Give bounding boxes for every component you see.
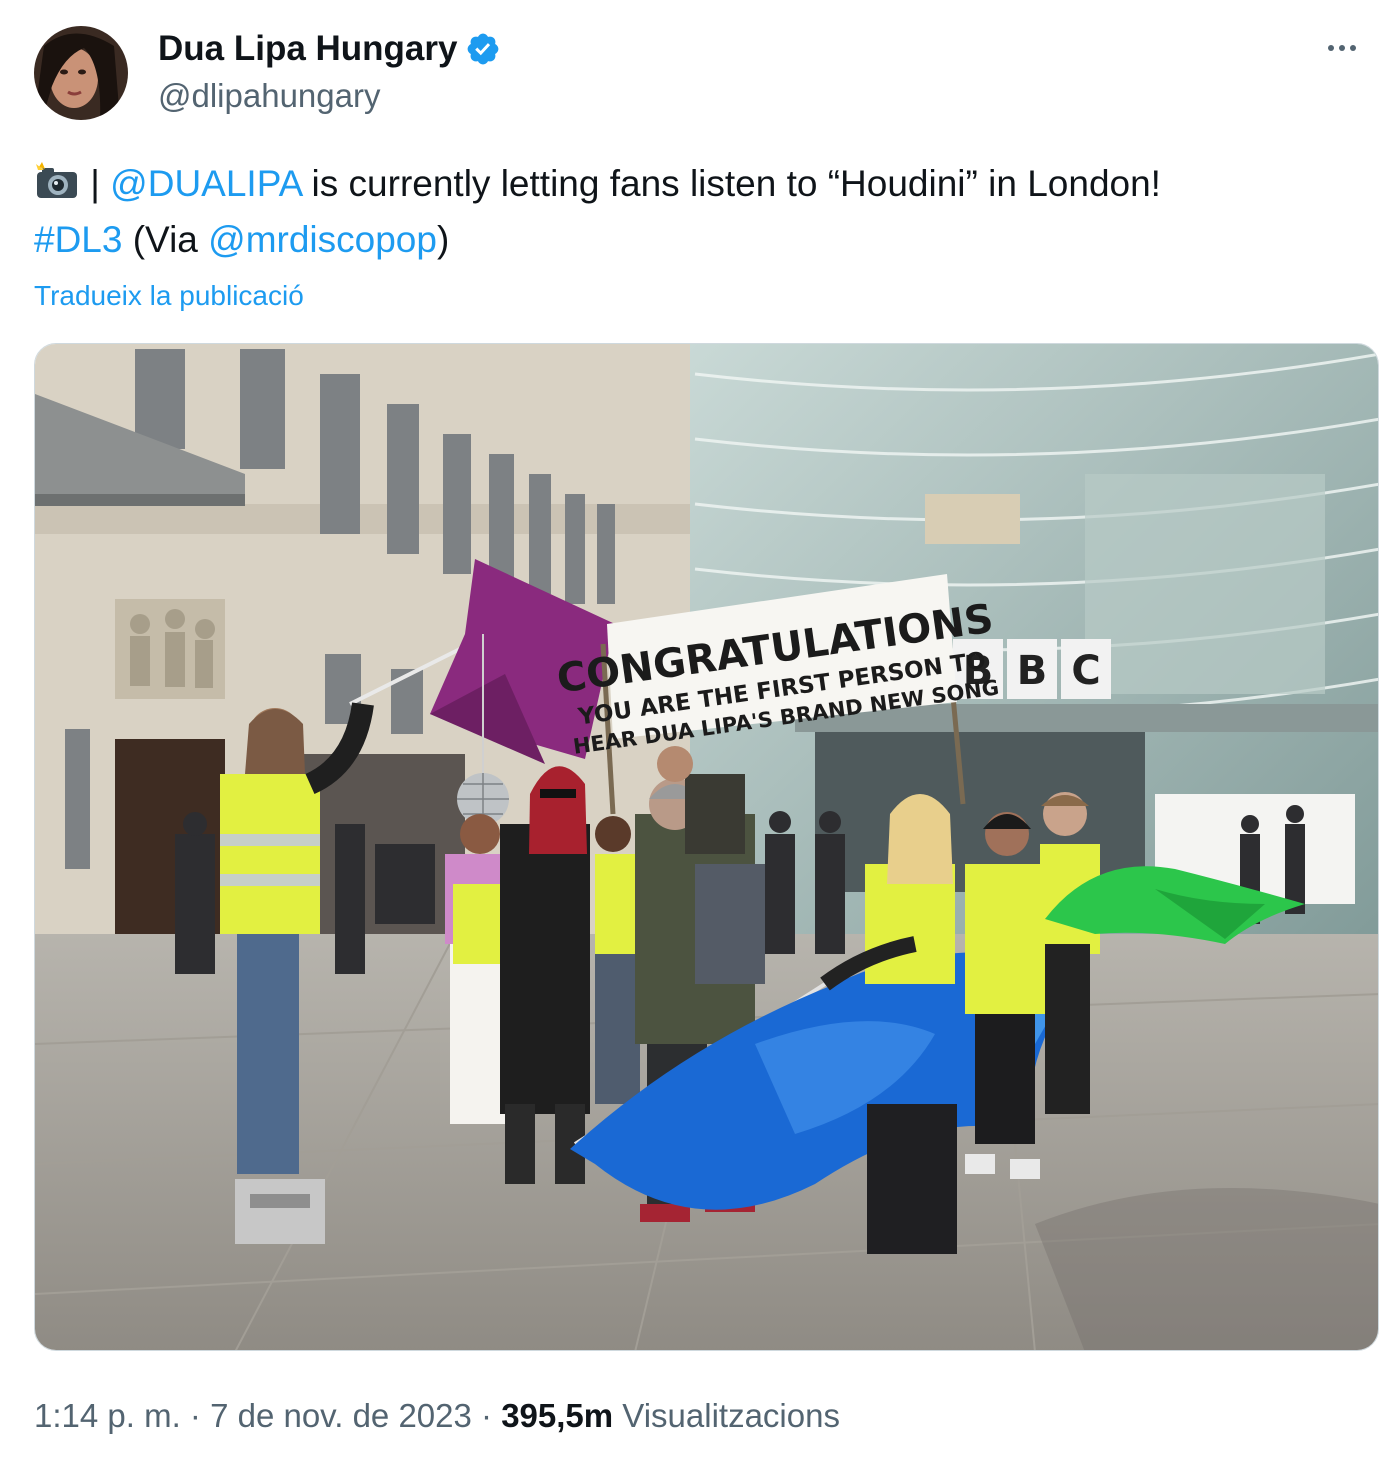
photo-scene: B B C CONGRATULATIONS YOU ARE THE FIRST …: [35, 344, 1378, 1350]
tweet-text-part2: (Via: [122, 219, 209, 260]
more-horizontal-icon: [1328, 45, 1334, 51]
more-dot: [1350, 45, 1356, 51]
tweet-date[interactable]: 7 de nov. de 2023: [210, 1397, 472, 1434]
author-name[interactable]: Dua Lipa Hungary: [158, 28, 501, 70]
translate-post-link[interactable]: Tradueix la publicació: [34, 276, 304, 316]
tweet-text-part3: ): [436, 219, 450, 260]
more-options-button[interactable]: [1320, 30, 1364, 66]
meta-dot: ·: [180, 1397, 211, 1434]
views-count: 395,5m: [501, 1397, 614, 1434]
hashtag-dl3-link[interactable]: #DL3: [34, 219, 122, 260]
views-label: Visualitzacions: [622, 1397, 840, 1434]
author-avatar[interactable]: [34, 26, 128, 120]
svg-text:B: B: [1017, 648, 1048, 694]
tweet-photo[interactable]: B B C CONGRATULATIONS YOU ARE THE FIRST …: [34, 343, 1379, 1351]
mention-dualipa-link[interactable]: @DUALIPA: [110, 163, 301, 204]
verified-badge-icon: [468, 33, 499, 65]
avatar-photo: [34, 26, 128, 120]
more-dot: [1339, 45, 1345, 51]
tweet-card: Dua Lipa Hungary @dlipahungary | @DUALIP…: [0, 0, 1400, 1476]
tweet-text-part1: is currently letting fans listen to “Hou…: [301, 163, 1161, 204]
separator: |: [80, 163, 111, 204]
author-name-text: Dua Lipa Hungary: [158, 29, 458, 68]
tweet-time[interactable]: 1:14 p. m.: [34, 1397, 181, 1434]
camera-with-flash-icon: [36, 162, 77, 198]
author-handle[interactable]: @dlipahungary: [158, 76, 380, 116]
svg-text:C: C: [1071, 648, 1100, 694]
tweet-meta: 1:14 p. m. · 7 de nov. de 2023 · 395,5m …: [34, 1394, 840, 1438]
mention-mrdiscopop-link[interactable]: @mrdiscopop: [208, 219, 437, 260]
meta-dot: ·: [471, 1397, 502, 1434]
tweet-text: | @DUALIPA is currently letting fans lis…: [34, 156, 1364, 268]
